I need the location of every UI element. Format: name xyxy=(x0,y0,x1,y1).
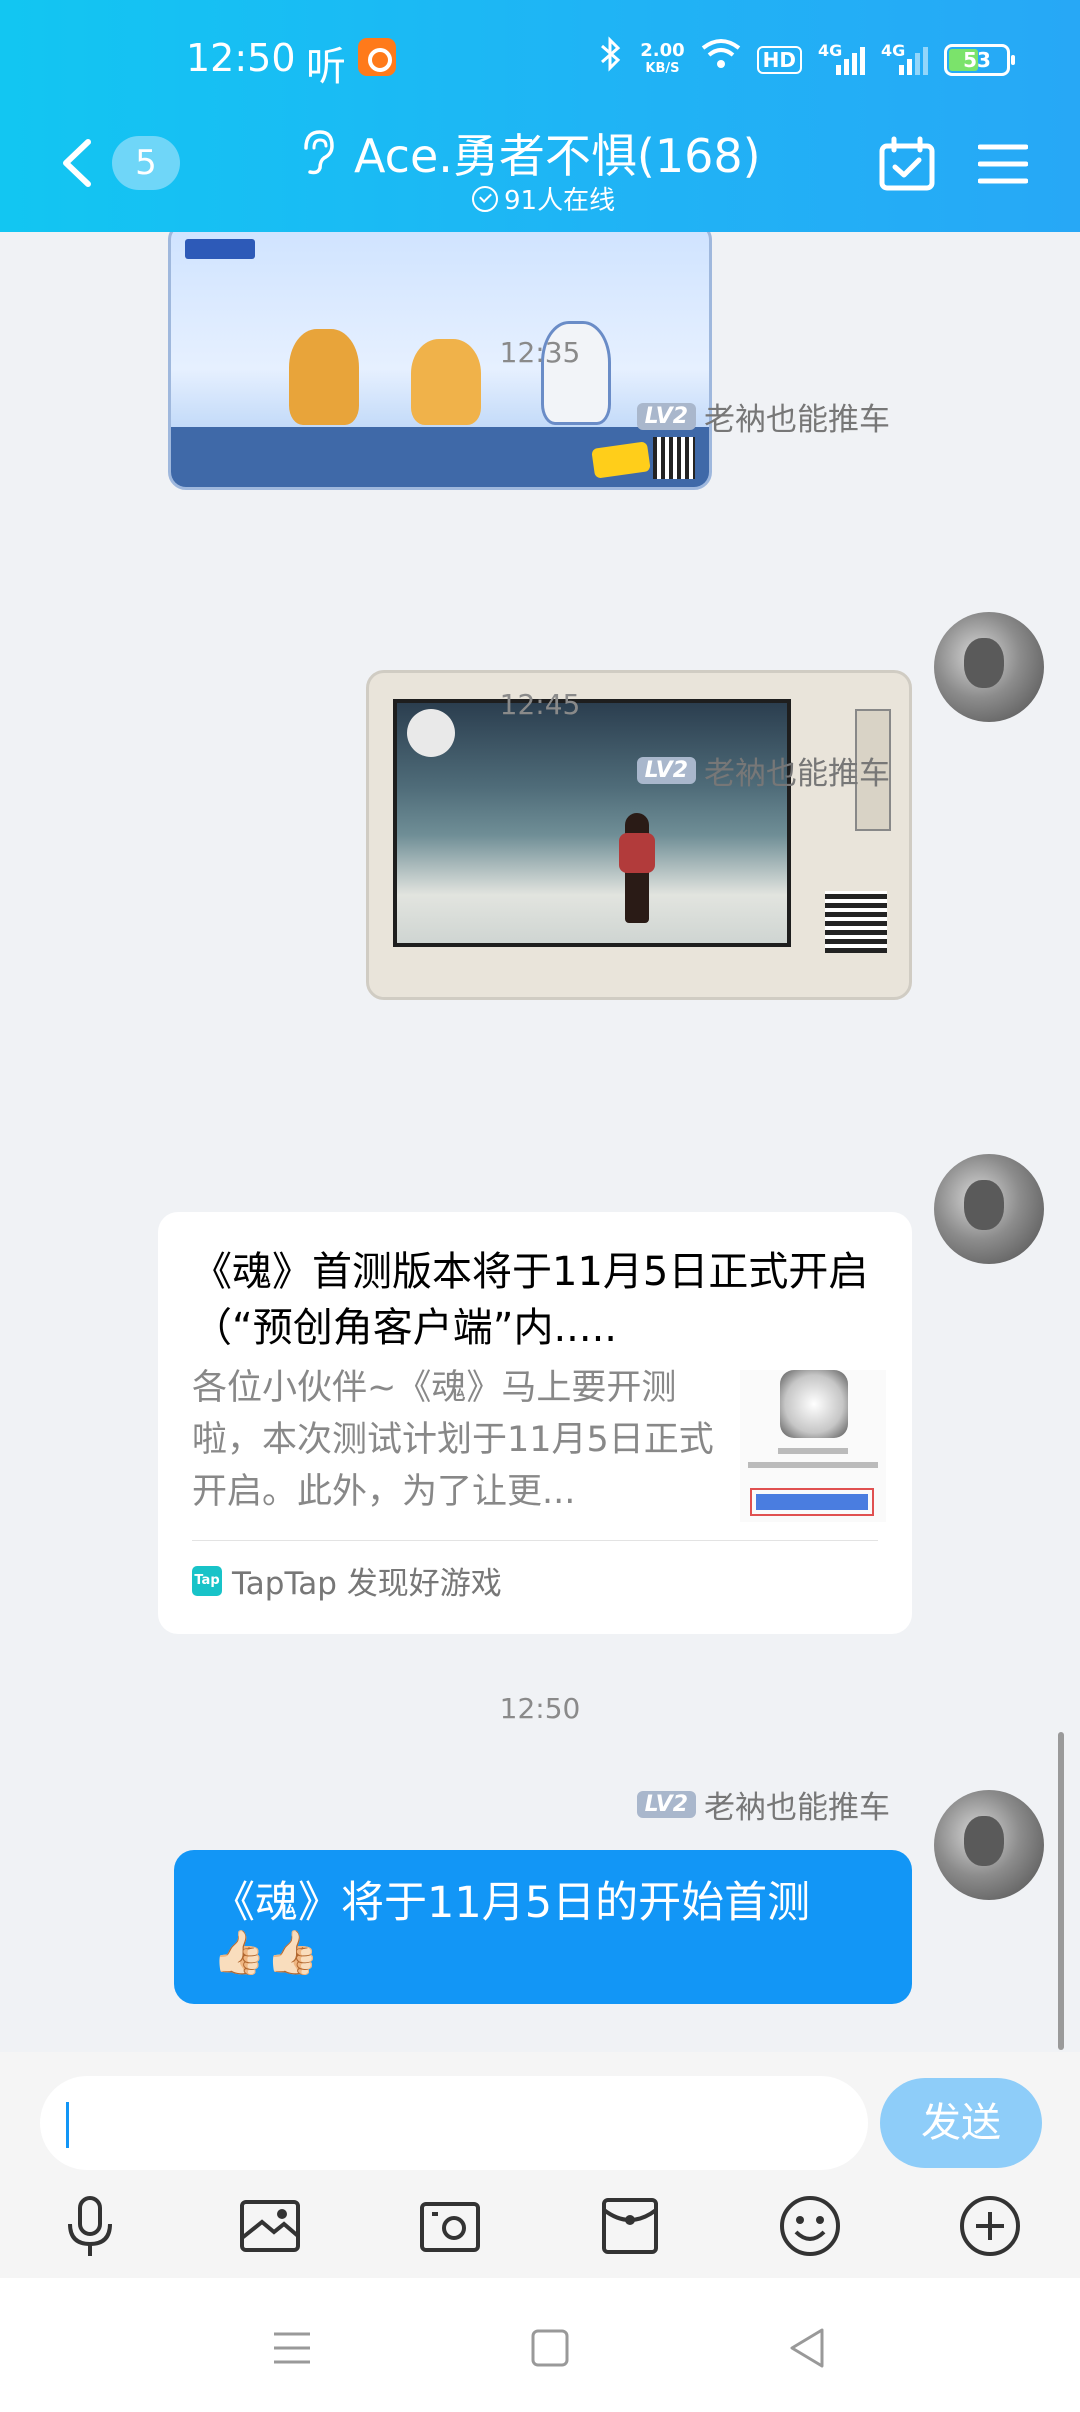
plus-circle-icon[interactable] xyxy=(954,2190,1026,2262)
level-badge: LV2 xyxy=(636,403,696,430)
download-button-preview xyxy=(750,1488,874,1516)
red-packet-icon[interactable] xyxy=(594,2190,666,2262)
game-app-icon xyxy=(780,1370,848,1438)
system-navigation-bar xyxy=(0,2278,1080,2412)
signal-strength-1-icon: 4G xyxy=(818,41,865,75)
bluetooth-icon xyxy=(598,36,624,83)
timestamp: 12:35 xyxy=(499,336,581,369)
card-source-label: TapTap 发现好游戏 xyxy=(232,1566,502,1602)
group-title: Ace.勇者不惧(168) xyxy=(354,129,761,183)
signal-strength-2-icon: 4G xyxy=(881,41,928,75)
text-message-bubble[interactable]: 《魂》将于11月5日的开始首测 👍🏻👍🏻 xyxy=(174,1850,912,2004)
online-check-icon xyxy=(472,185,498,212)
calendar-check-icon[interactable] xyxy=(878,136,936,192)
text-cursor xyxy=(66,2102,69,2148)
card-divider xyxy=(192,1540,878,1541)
avatar[interactable] xyxy=(934,1154,1044,1264)
microphone-icon[interactable] xyxy=(54,2190,126,2262)
card-thumbnail xyxy=(740,1370,886,1522)
text-message: 《魂》将于11月5日的开始首测 👍🏻👍🏻 xyxy=(212,1878,882,1978)
image-icon[interactable] xyxy=(234,2190,306,2262)
hd-voice-badge: HD xyxy=(756,45,802,74)
back-button[interactable] xyxy=(56,138,96,188)
chat-header: 12:50 听 2.00 KB/S HD 4G 4G 53 5 Ace.勇者不惧… xyxy=(0,0,1080,232)
timestamp: 12:45 xyxy=(499,688,581,721)
scrollbar[interactable] xyxy=(1058,1732,1064,2050)
network-speed-unit: KB/S xyxy=(645,60,680,76)
card-description: 各位小伙伴~《魂》马上要开测啦，本次测试计划于11月5日正式开启。此外，为了让更… xyxy=(192,1368,714,1512)
back-nav-icon[interactable] xyxy=(778,2318,838,2378)
unread-count-badge[interactable]: 5 xyxy=(112,136,180,190)
card-source: Tap TapTap 发现好游戏 xyxy=(192,1558,502,1603)
message-input[interactable] xyxy=(40,2076,868,2170)
online-count: 91人在线 xyxy=(504,186,616,216)
sender-info: LV2 老衲也能推车 xyxy=(636,1782,890,1827)
sender-info: LV2 老衲也能推车 xyxy=(636,394,890,439)
hamburger-menu-icon[interactable] xyxy=(978,142,1028,186)
status-bar: 12:50 听 2.00 KB/S HD 4G 4G 53 xyxy=(0,30,1080,94)
message-text: 《魂》将于11月5日的开始首测 xyxy=(212,1878,811,1928)
qr-code xyxy=(653,437,695,479)
status-listen-indicator: 听 xyxy=(306,44,346,90)
input-toolbar xyxy=(0,2190,1080,2270)
link-card-message[interactable]: 《魂》首测版本将于11月5日正式开启（“预创角客户端”内..... 各位小伙伴~… xyxy=(158,1212,912,1634)
signal-1-type: 4G xyxy=(818,40,843,60)
status-time: 12:50 xyxy=(186,36,296,80)
card-title: 《魂》首测版本将于11月5日正式开启（“预创角客户端”内..... xyxy=(192,1249,869,1351)
level-badge: LV2 xyxy=(636,1791,696,1818)
recent-apps-icon[interactable] xyxy=(262,2318,322,2378)
wifi-icon xyxy=(701,38,741,81)
level-badge: LV2 xyxy=(636,757,696,784)
smiley-icon[interactable] xyxy=(774,2190,846,2262)
sender-info: LV2 老衲也能推车 xyxy=(636,748,890,793)
ear-icon xyxy=(304,130,334,175)
network-speed: 2.00 KB/S xyxy=(640,39,685,78)
sender-name[interactable]: 老衲也能推车 xyxy=(704,748,890,793)
input-area: 发送 xyxy=(0,2052,1080,2278)
timestamp: 12:50 xyxy=(499,1692,581,1725)
online-status: 91人在线 xyxy=(472,180,615,217)
send-button[interactable]: 发送 xyxy=(880,2078,1042,2168)
status-indicators: 2.00 KB/S HD 4G 4G 53 xyxy=(598,36,1015,83)
home-icon[interactable] xyxy=(520,2318,580,2378)
network-speed-value: 2.00 xyxy=(640,39,685,61)
character-figure xyxy=(619,813,655,923)
message-list[interactable]: 12:35 LV2 老衲也能推车 12:45 LV2 老衲也能推车 《魂》首测版… xyxy=(0,232,1080,2052)
avatar[interactable] xyxy=(934,1790,1044,1900)
notification-app-icon xyxy=(358,38,396,76)
sender-name[interactable]: 老衲也能推车 xyxy=(704,1782,890,1827)
image-banner xyxy=(185,239,255,259)
taptap-icon: Tap xyxy=(192,1565,222,1596)
qr-code xyxy=(825,891,887,953)
sender-name[interactable]: 老衲也能推车 xyxy=(704,394,890,439)
thumbs-up-emoji: 👍🏻👍🏻 xyxy=(212,1928,320,1978)
camera-icon[interactable] xyxy=(414,2190,486,2262)
battery-icon: 53 xyxy=(944,43,1015,76)
signal-2-type: 4G xyxy=(881,40,906,60)
battery-level: 53 xyxy=(963,47,991,72)
